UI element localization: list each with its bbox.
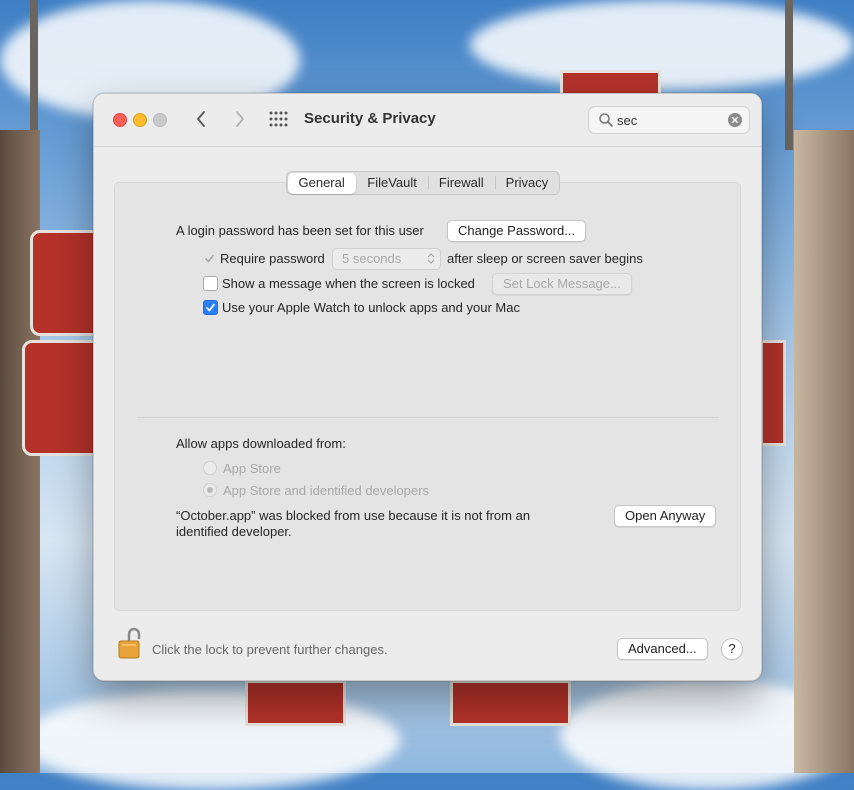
- change-password-button[interactable]: Change Password...: [447, 220, 587, 242]
- up-down-arrows-icon: [427, 253, 435, 264]
- title-bar: Security & Privacy: [94, 94, 761, 147]
- general-pane: A login password has been set for this u…: [114, 182, 741, 611]
- search-field[interactable]: [588, 106, 750, 134]
- pole: [785, 0, 793, 150]
- show-message-checkbox[interactable]: [203, 276, 218, 291]
- sign: [450, 680, 571, 726]
- after-sleep-text: after sleep or screen saver begins: [447, 251, 643, 266]
- apple-watch-label: Use your Apple Watch to unlock apps and …: [222, 300, 520, 315]
- back-button[interactable]: [191, 108, 213, 130]
- apple-watch-checkbox[interactable]: [203, 300, 218, 315]
- minimize-button[interactable]: [133, 113, 147, 127]
- preferences-window: Security & Privacy General FileVault Fir…: [93, 93, 762, 681]
- allow-apps-label: Allow apps downloaded from:: [176, 436, 346, 451]
- require-password-delay-value: 5 seconds: [342, 251, 402, 266]
- checkmark-icon: [206, 303, 215, 312]
- search-input[interactable]: [617, 111, 717, 129]
- require-password-delay-popup[interactable]: 5 seconds: [332, 248, 441, 270]
- forward-button[interactable]: [228, 108, 250, 130]
- radio-app-store-identified[interactable]: [203, 483, 217, 497]
- tab-bar: General FileVault Firewall Privacy: [286, 171, 561, 195]
- blocked-message-line2: identified developer.: [176, 524, 292, 539]
- unlocked-padlock-icon[interactable]: [118, 626, 142, 660]
- radio-app-store[interactable]: [203, 461, 217, 475]
- lock-status-text: Click the lock to prevent further change…: [152, 642, 388, 657]
- show-message-label: Show a message when the screen is locked: [222, 276, 475, 291]
- login-password-text: A login password has been set for this u…: [176, 223, 424, 238]
- advanced-button[interactable]: Advanced...: [617, 638, 708, 660]
- sign: [22, 340, 103, 456]
- tab-filevault[interactable]: FileVault: [356, 172, 428, 194]
- clear-search-icon[interactable]: [728, 113, 742, 127]
- tab-firewall[interactable]: Firewall: [427, 172, 495, 194]
- open-anyway-button[interactable]: Open Anyway: [614, 505, 717, 527]
- section-divider: [137, 417, 719, 418]
- chevron-left-icon: [197, 111, 205, 127]
- search-icon: [599, 113, 613, 127]
- radio-app-store-identified-label: App Store and identified developers: [223, 483, 429, 498]
- chevron-right-icon: [236, 111, 244, 127]
- sign: [760, 340, 786, 446]
- window-title: Security & Privacy: [304, 110, 436, 127]
- show-all-grid-icon[interactable]: [269, 111, 289, 127]
- set-lock-message-button[interactable]: Set Lock Message...: [492, 273, 632, 295]
- tab-general[interactable]: General: [287, 172, 356, 194]
- radio-app-store-label: App Store: [223, 461, 281, 476]
- sign: [245, 680, 346, 726]
- tab-privacy[interactable]: Privacy: [494, 172, 560, 194]
- require-password-label: Require password: [220, 251, 325, 266]
- wall-right: [794, 130, 854, 773]
- blocked-message-line1: “October.app” was blocked from use becau…: [176, 508, 531, 523]
- require-password-checkbox[interactable]: [202, 251, 217, 266]
- checkmark-icon: [205, 254, 214, 263]
- zoom-button[interactable]: [153, 113, 167, 127]
- help-button[interactable]: ?: [721, 638, 743, 660]
- cloud: [470, 0, 854, 90]
- close-button[interactable]: [113, 113, 127, 127]
